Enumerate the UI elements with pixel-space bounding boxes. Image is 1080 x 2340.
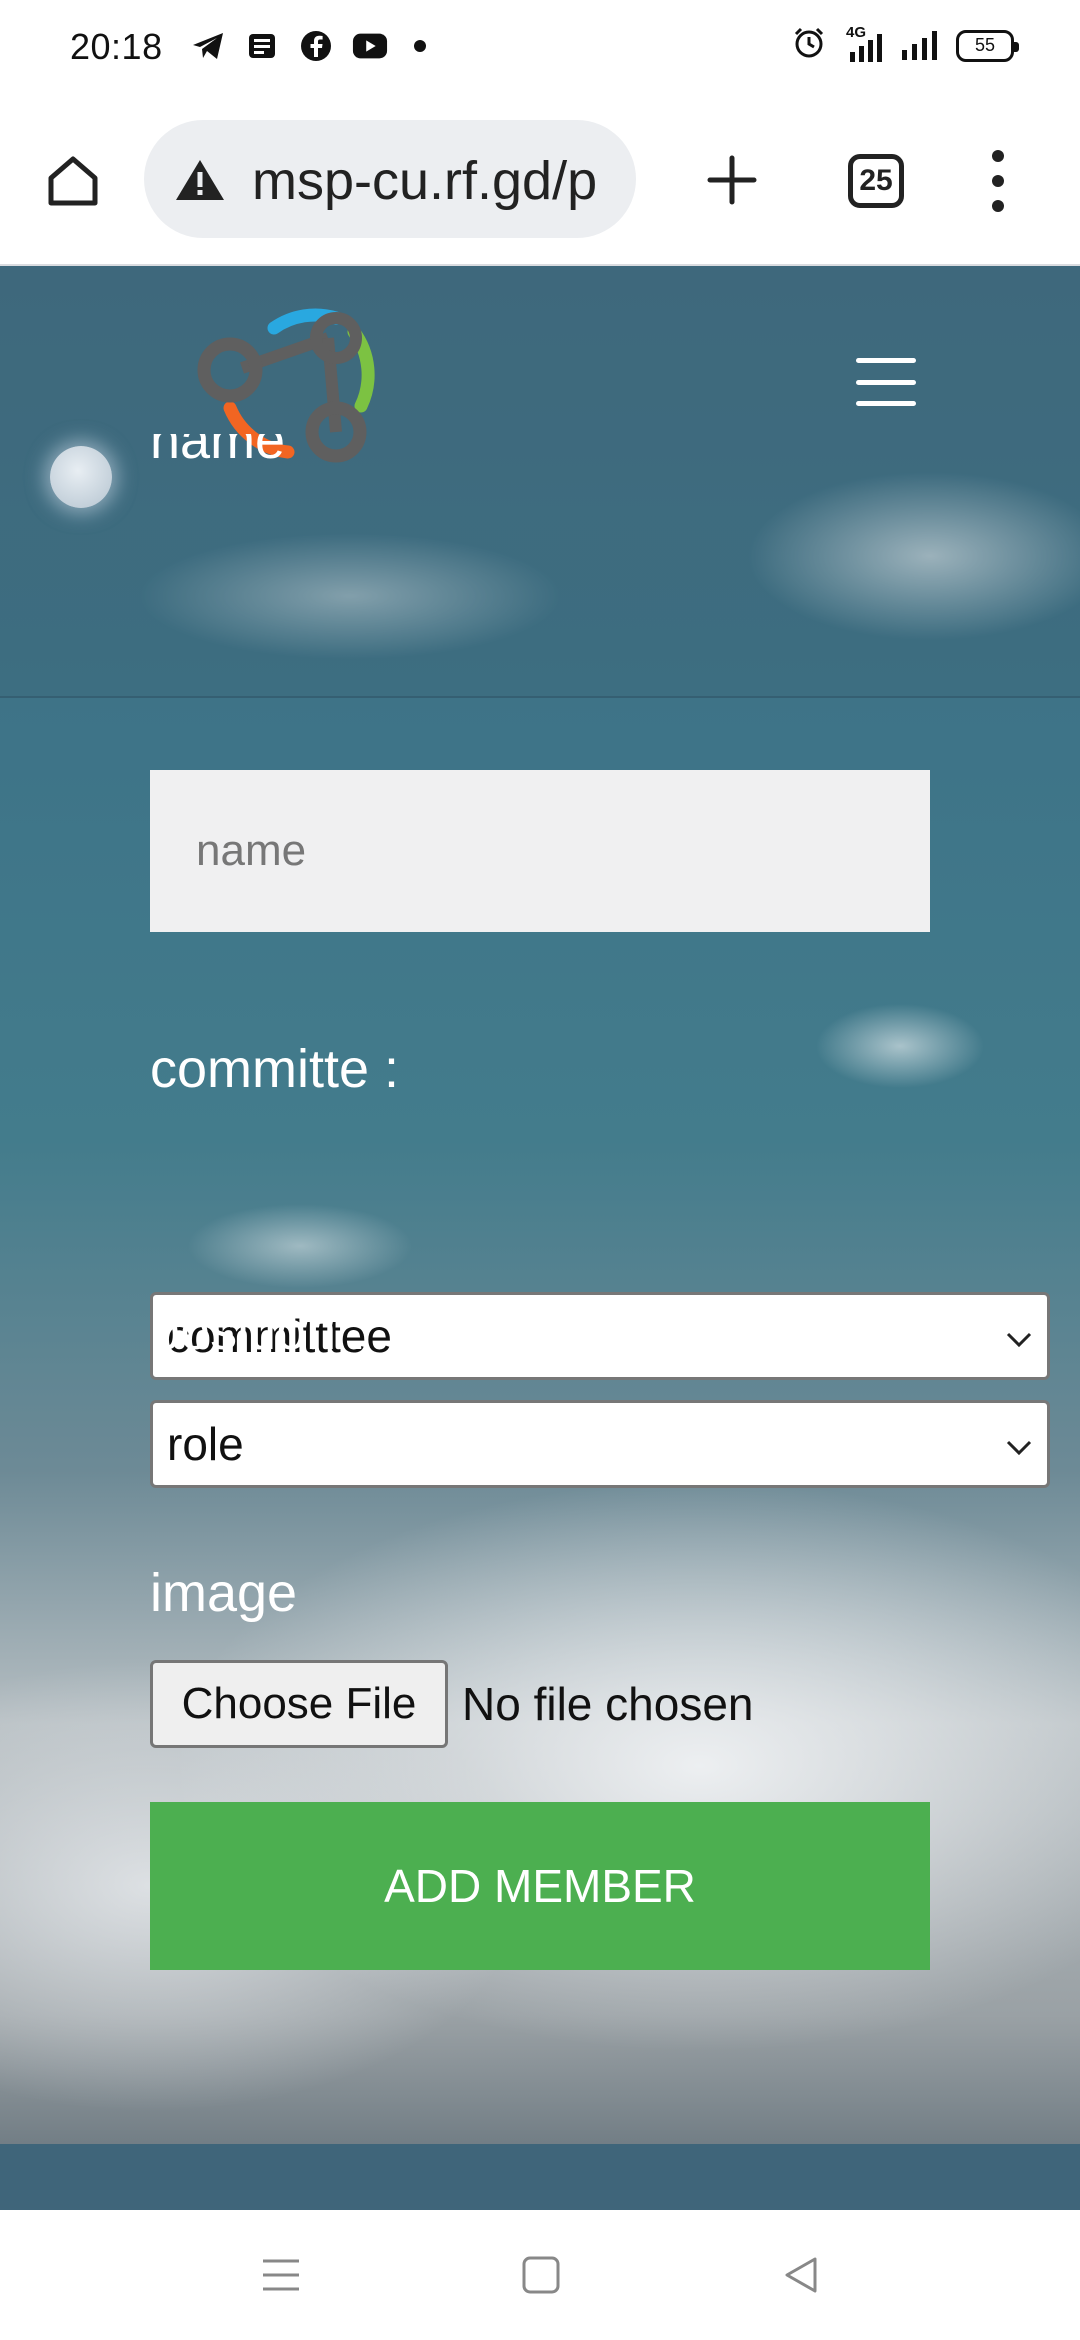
status-bar: 20:18 4G 55 bbox=[0, 0, 1080, 96]
name-label: name bbox=[150, 434, 286, 470]
telegram-icon bbox=[190, 28, 226, 64]
menu-dot bbox=[992, 200, 1004, 212]
web-page: name committe : committtee position : ro… bbox=[0, 266, 1080, 2210]
hamburger-menu-button[interactable] bbox=[856, 358, 916, 406]
menu-dot bbox=[992, 150, 1004, 162]
signal-icon bbox=[900, 26, 942, 65]
news-icon bbox=[244, 28, 280, 64]
youtube-icon bbox=[352, 28, 388, 64]
tab-count: 25 bbox=[859, 164, 893, 197]
home-button[interactable] bbox=[38, 146, 108, 216]
battery-level: 55 bbox=[974, 35, 996, 55]
url-text[interactable]: msp-cu.rf.gd/p bbox=[252, 150, 597, 212]
home-icon bbox=[48, 156, 98, 206]
status-time: 20:18 bbox=[70, 26, 163, 67]
plus-icon bbox=[707, 155, 757, 205]
floating-assistant-bubble[interactable] bbox=[50, 446, 112, 508]
facebook-icon bbox=[298, 28, 334, 64]
system-navigation-bar bbox=[0, 2210, 1080, 2340]
hamburger-line bbox=[856, 401, 916, 406]
choose-file-button[interactable]: Choose File bbox=[150, 1660, 448, 1748]
square-icon bbox=[522, 2256, 560, 2294]
home-nav-button[interactable] bbox=[514, 2248, 568, 2302]
position-select[interactable]: role bbox=[150, 1400, 1050, 1488]
header-divider bbox=[0, 696, 1080, 698]
browser-toolbar: msp-cu.rf.gd/p 25 bbox=[0, 96, 1080, 266]
more-notifications-dot bbox=[414, 40, 426, 52]
chevron-down-icon bbox=[1006, 1332, 1032, 1348]
position-selected-value: role bbox=[167, 1418, 244, 1470]
name-input[interactable] bbox=[150, 770, 930, 932]
alarm-icon bbox=[792, 26, 826, 65]
battery-icon: 55 bbox=[956, 29, 1019, 62]
chevron-down-icon bbox=[1006, 1440, 1032, 1456]
image-label: image bbox=[150, 1563, 298, 1623]
file-status-text: No file chosen bbox=[462, 1678, 754, 1730]
hamburger-line bbox=[856, 358, 916, 363]
menu-lines-icon bbox=[263, 2259, 299, 2291]
new-tab-button[interactable] bbox=[694, 142, 770, 218]
back-triangle-icon bbox=[785, 2257, 817, 2293]
signal-4g-icon: 4G bbox=[840, 24, 886, 64]
site-header bbox=[0, 266, 1080, 698]
system-status-icons: 4G 55 bbox=[792, 24, 1019, 65]
add-member-button[interactable]: ADD MEMBER bbox=[150, 1802, 930, 1970]
position-label: position : bbox=[150, 1301, 367, 1361]
menu-dot bbox=[992, 175, 1004, 187]
warning-icon[interactable] bbox=[174, 158, 226, 202]
back-button[interactable] bbox=[774, 2248, 828, 2302]
recent-apps-button[interactable] bbox=[254, 2248, 308, 2302]
tab-switcher-button[interactable]: 25 bbox=[848, 154, 904, 208]
committee-label: committe : bbox=[150, 1039, 400, 1099]
page-footer bbox=[0, 2144, 1080, 2210]
notification-icons bbox=[190, 28, 426, 64]
image-file-input[interactable]: Choose File No file chosen bbox=[150, 1660, 754, 1748]
browser-menu-button[interactable] bbox=[978, 146, 1018, 216]
hamburger-line bbox=[856, 379, 916, 385]
address-bar[interactable]: msp-cu.rf.gd/p bbox=[144, 120, 636, 238]
